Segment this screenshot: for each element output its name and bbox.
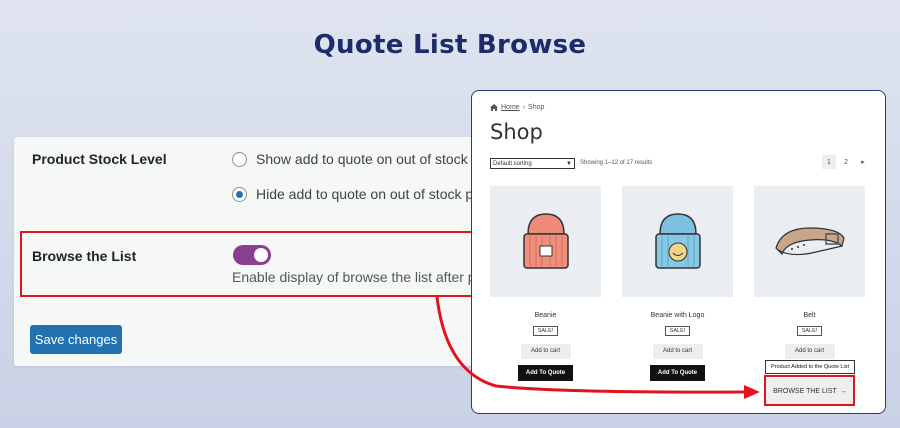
stock-option-show[interactable]: Show add to quote on out of stock pr: [232, 151, 484, 167]
quote-added-notice: Product Added to the Quote List: [765, 360, 855, 374]
browse-highlight-box: [764, 375, 855, 406]
radio-show[interactable]: [232, 151, 247, 167]
sale-badge: SALE!: [664, 326, 691, 336]
save-changes-button[interactable]: Save changes: [30, 325, 122, 354]
add-to-cart-button[interactable]: Add to cart: [784, 344, 835, 359]
result-count: Showing 1–12 of 17 results: [580, 160, 653, 166]
add-to-quote-button[interactable]: Add To Quote: [650, 365, 705, 381]
page-1[interactable]: 1: [822, 155, 836, 169]
product-card: Belt SALE! Add to cart: [754, 186, 865, 359]
pagination: 1 2 ▸: [822, 155, 870, 169]
page-headline: Quote List Browse: [313, 30, 587, 60]
page-2[interactable]: 2: [839, 155, 853, 169]
shop-screenshot: Home › Shop Shop Default sorting ▼ Showi…: [471, 90, 886, 414]
product-card: Beanie with Logo SALE! Add to cart Add T…: [622, 186, 733, 381]
add-to-cart-button[interactable]: Add to cart: [520, 344, 571, 359]
stock-option-hide[interactable]: Hide add to quote on out of stock pro: [232, 186, 486, 202]
product-card: Beanie SALE! Add to cart Add To Quote: [490, 186, 601, 381]
product-image[interactable]: [490, 186, 601, 297]
product-name[interactable]: Beanie with Logo: [622, 312, 733, 319]
beanie-logo-image-icon: [654, 212, 701, 269]
sale-badge: SALE!: [532, 326, 559, 336]
highlight-box: [20, 231, 494, 297]
home-icon: [490, 104, 498, 111]
sale-badge: SALE!: [796, 326, 823, 336]
sort-select[interactable]: Default sorting ▼: [490, 158, 575, 169]
product-name[interactable]: Belt: [754, 312, 865, 319]
shop-title: Shop: [490, 120, 543, 144]
breadcrumb-home[interactable]: Home: [501, 104, 520, 111]
product-image[interactable]: [622, 186, 733, 297]
radio-hide[interactable]: [232, 186, 247, 202]
sort-value: Default sorting: [493, 160, 532, 167]
chevron-down-icon: ▼: [566, 160, 572, 167]
next-page-icon[interactable]: ▸: [856, 155, 870, 169]
product-name[interactable]: Beanie: [490, 312, 601, 319]
breadcrumb-separator: ›: [522, 104, 526, 111]
add-to-quote-button[interactable]: Add To Quote: [518, 365, 573, 381]
settings-panel: Product Stock Level Show add to quote on…: [14, 137, 494, 366]
add-to-cart-button[interactable]: Add to cart: [652, 344, 703, 359]
beanie-image-icon: [522, 212, 569, 269]
stock-level-label: Product Stock Level: [32, 151, 167, 167]
stock-option-show-label: Show add to quote on out of stock pr: [256, 151, 485, 167]
belt-image-icon: [774, 226, 845, 255]
breadcrumb: Home › Shop: [490, 104, 544, 111]
product-image[interactable]: [754, 186, 865, 297]
stock-option-hide-label: Hide add to quote on out of stock pro: [256, 186, 486, 202]
breadcrumb-current: Shop: [528, 104, 545, 111]
